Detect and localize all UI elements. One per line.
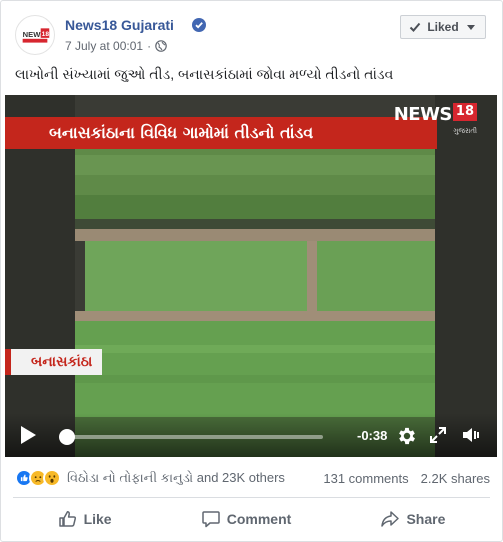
page-avatar[interactable]: NEWS 18 [15,15,55,55]
news18-logo-icon: NEWS 18 [21,27,50,43]
like-button[interactable]: Like [58,509,112,529]
reaction-icons[interactable] [15,469,61,487]
video-frame [5,95,497,457]
share-button[interactable]: Share [380,509,445,529]
progress-scrubber[interactable] [59,429,75,445]
post-meta: 7 July at 00:01 · [65,39,167,53]
settings-gear-icon[interactable] [396,425,418,447]
post-card: NEWS 18 News18 Gujarati 7 July at 00:01 … [0,0,503,542]
fullscreen-icon[interactable] [429,426,447,444]
time-remaining: -0:38 [357,428,388,443]
logo-sub-text: ગુજરાતી [453,127,477,135]
post-actions: Like Comment Share [13,501,490,537]
like-label: Like [83,511,112,527]
verified-badge-icon [192,18,206,32]
engagement-counts: 131 comments 2.2K shares [323,471,490,486]
caret-down-icon [466,25,475,30]
comments-count[interactable]: 131 comments [323,471,408,486]
actions-divider [13,497,490,498]
globe-icon [155,40,167,52]
progress-bar[interactable] [65,435,323,439]
reactions-summary: વિઠોડા નો તોફાની કાનુડો and 23K others 1… [15,465,490,491]
video-headline-banner: બનાસકાંઠાના વિવિધ ગામોમાં તીડનો તાંડવ [5,117,437,149]
thumbs-up-icon [58,511,76,527]
svg-text:18: 18 [42,31,50,38]
news18-watermark: NEWS 18 ગુજરાતી [393,103,477,135]
checkmark-icon [410,22,421,32]
comment-label: Comment [226,511,292,527]
location-tag: બનાસકાંઠા [5,349,103,375]
share-arrow-icon [381,511,400,527]
shares-count[interactable]: 2.2K shares [421,471,490,486]
post-header: NEWS 18 News18 Gujarati 7 July at 00:01 … [15,13,490,57]
post-text: લાખોની સંખ્યામાં જુઓ તીડ, બનાસકાંઠામાં જ… [15,66,394,82]
video-player[interactable]: બનાસકાંઠાના વિવિધ ગામોમાં તીડનો તાંડવ NE… [5,95,497,457]
play-icon[interactable] [19,425,37,445]
wow-reaction-icon [43,469,61,487]
page-name-link[interactable]: News18 Gujarati [65,17,174,33]
share-label: Share [406,511,446,527]
liked-label: Liked [427,20,459,34]
meta-separator: · [147,39,152,53]
comment-bubble-icon [202,511,220,528]
post-timestamp[interactable]: 7 July at 00:01 [65,39,143,53]
volume-muted-icon[interactable] [461,425,483,445]
reactors-text[interactable]: વિઠોડા નો તોફાની કાનુડો and 23K others [67,470,285,486]
comment-button[interactable]: Comment [201,509,292,529]
liked-button[interactable]: Liked [400,15,486,39]
logo-18-text: 18 [452,103,477,121]
video-controls: -0:38 [5,413,497,457]
logo-news-text: NEWS [393,104,453,125]
